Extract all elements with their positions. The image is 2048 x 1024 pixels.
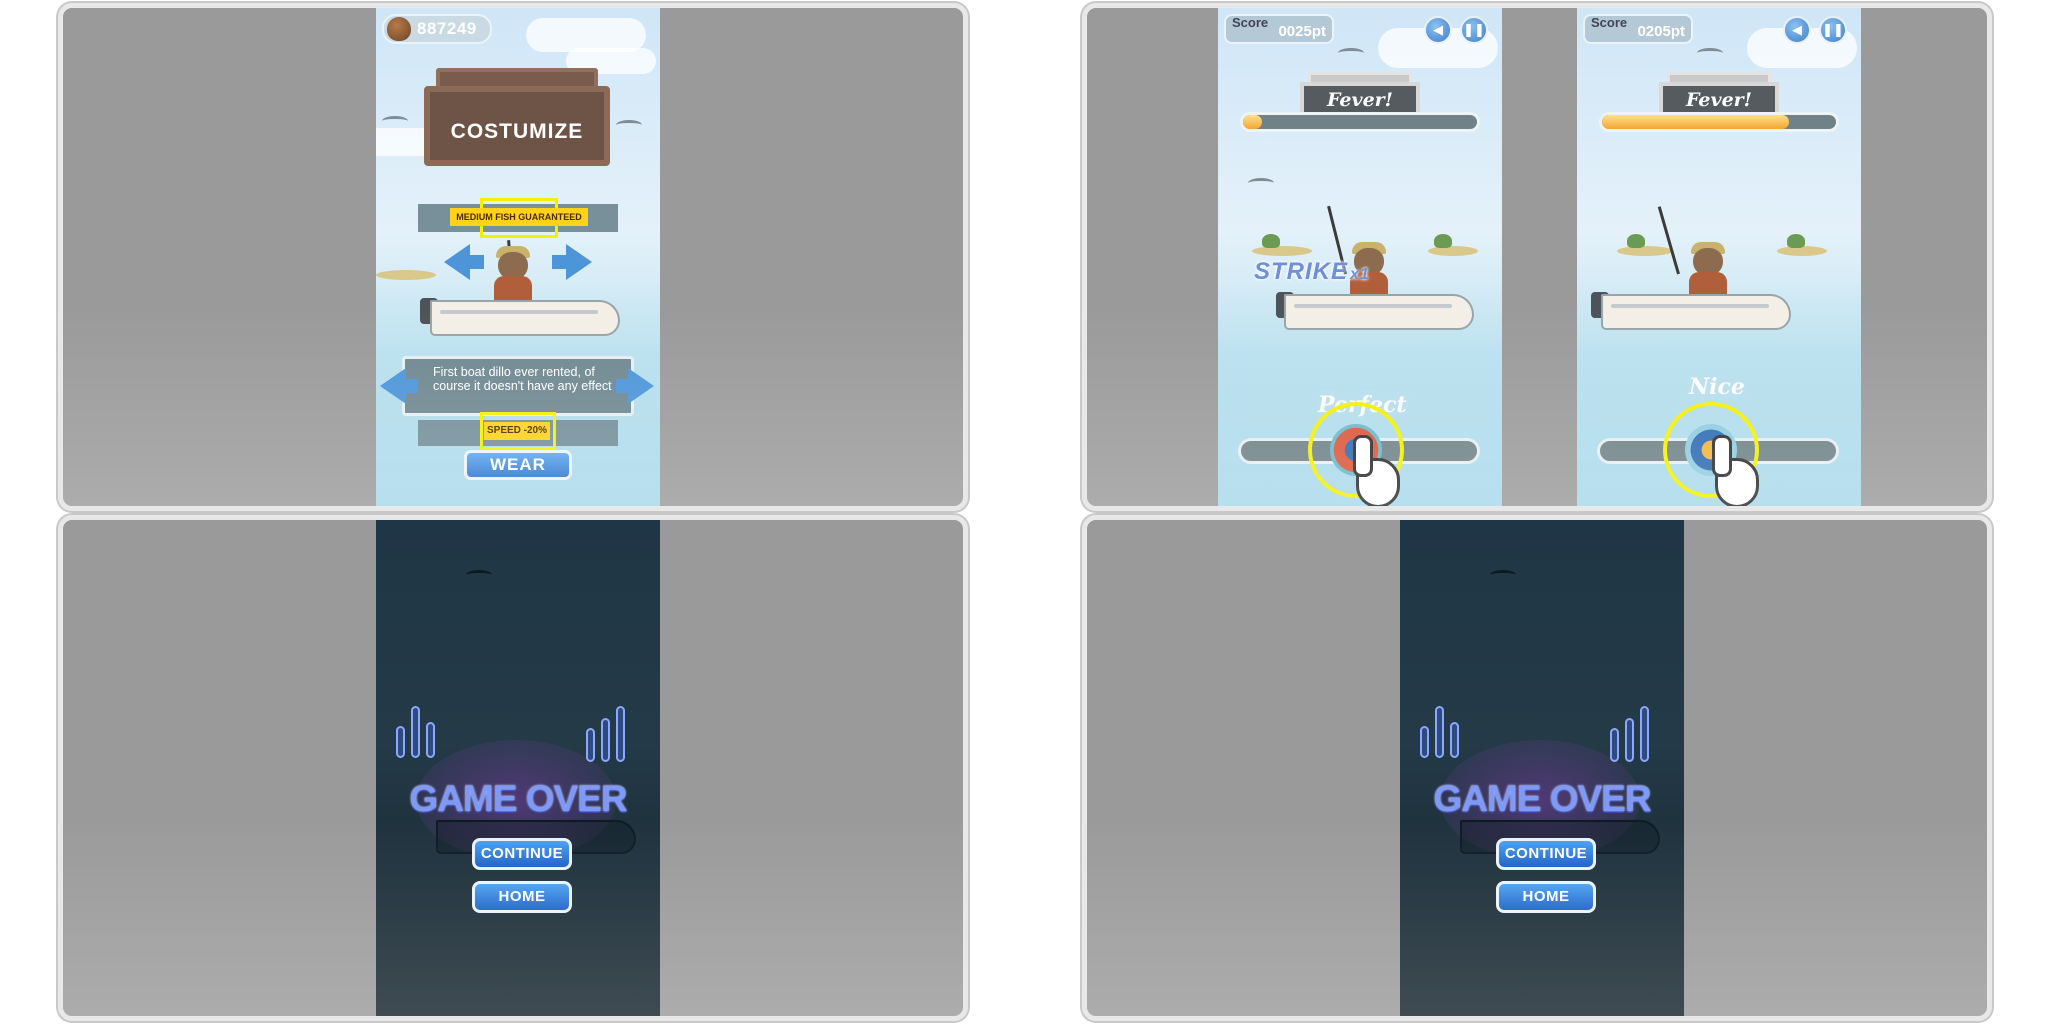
island bbox=[376, 270, 436, 280]
island bbox=[1252, 246, 1312, 256]
bird bbox=[382, 116, 408, 126]
island bbox=[1428, 246, 1478, 256]
home-button[interactable]: HOME bbox=[472, 881, 572, 913]
outfit-description: First boat dillo ever rented, of course … bbox=[433, 365, 612, 393]
fever-meter-fill bbox=[1602, 115, 1790, 129]
wear-button[interactable]: WEAR bbox=[464, 450, 572, 480]
pause-icon: ❚❚ bbox=[1822, 22, 1844, 37]
bird bbox=[1697, 48, 1723, 58]
sound-button[interactable]: ◀ bbox=[1424, 16, 1452, 44]
pause-button[interactable]: ❚❚ bbox=[1460, 16, 1488, 44]
continue-button[interactable]: CONTINUE bbox=[1496, 838, 1596, 870]
sound-button[interactable]: ◀ bbox=[1783, 16, 1811, 44]
game-over-screen: GAME OVER CONTINUE HOME bbox=[376, 520, 660, 1016]
customize-screen: 887249 COSTUMIZE MEDIUM FISH GUARANTEED bbox=[376, 8, 660, 506]
fishing-rod bbox=[1657, 206, 1680, 275]
strike-multiplier: x1 bbox=[1350, 266, 1370, 283]
pause-icon: ❚❚ bbox=[1463, 22, 1485, 37]
island bbox=[1617, 246, 1673, 256]
palm-tree bbox=[1627, 234, 1645, 248]
cloud bbox=[526, 18, 646, 52]
fever-meter bbox=[1240, 112, 1480, 132]
equalizer-icon bbox=[1610, 706, 1649, 762]
score-box: Score 0205pt bbox=[1583, 14, 1693, 44]
acorn-count: 887249 bbox=[417, 19, 477, 38]
acorn-icon bbox=[387, 17, 411, 41]
fever-label: Fever! bbox=[1659, 82, 1779, 116]
score-label: Score bbox=[1591, 15, 1628, 30]
gameplay-screen-1: Score 0025pt ◀ ❚❚ Fever! STRIKE x1 Perfec… bbox=[1218, 8, 1502, 506]
fever-sign: Fever! bbox=[1659, 72, 1779, 116]
equalizer-icon bbox=[1420, 706, 1459, 758]
panel-game-over-1: GAME OVER CONTINUE HOME bbox=[58, 515, 968, 1021]
page-title: COSTUMIZE bbox=[450, 120, 584, 143]
arrow-left-icon bbox=[380, 368, 406, 404]
arrow-right-icon bbox=[628, 368, 654, 404]
pause-button[interactable]: ❚❚ bbox=[1819, 16, 1847, 44]
pointing-hand-icon bbox=[1353, 435, 1400, 506]
strike-text: STRIKE bbox=[1254, 258, 1349, 285]
panel-gameplay: Score 0025pt ◀ ❚❚ Fever! STRIKE x1 Perfec… bbox=[1082, 3, 1992, 511]
arrow-shaft bbox=[404, 379, 418, 393]
bird bbox=[1490, 570, 1516, 580]
equalizer-icon bbox=[586, 706, 625, 762]
boat bbox=[1601, 294, 1791, 330]
continue-button[interactable]: CONTINUE bbox=[472, 838, 572, 870]
game-over-title: GAME OVER bbox=[409, 778, 627, 819]
score-value: 0025pt bbox=[1278, 23, 1326, 40]
game-over-screen: GAME OVER CONTINUE HOME bbox=[1400, 520, 1684, 1016]
bird bbox=[1338, 48, 1364, 58]
bird bbox=[616, 120, 642, 130]
palm-tree bbox=[1262, 234, 1280, 248]
judgement-text: Nice bbox=[1689, 374, 1745, 400]
game-over-title: GAME OVER bbox=[1433, 778, 1651, 819]
strike-indicator: STRIKE x1 bbox=[1254, 258, 1370, 286]
panel-customize: 887249 COSTUMIZE MEDIUM FISH GUARANTEED bbox=[58, 3, 968, 511]
equalizer-icon bbox=[396, 706, 435, 758]
bird bbox=[1248, 178, 1274, 188]
speaker-icon: ◀ bbox=[1433, 22, 1443, 37]
gameplay-screen-2: Score 0205pt ◀ ❚❚ Fever! Nice bbox=[1577, 8, 1861, 506]
score-value: 0205pt bbox=[1637, 23, 1685, 40]
bird bbox=[466, 570, 492, 580]
perk-tag: MEDIUM FISH GUARANTEED bbox=[450, 208, 588, 226]
description-box: First boat dillo ever rented, of course … bbox=[402, 356, 634, 416]
stat-tag: SPEED -20% bbox=[484, 422, 550, 440]
arrow-left-icon bbox=[444, 244, 470, 280]
speaker-icon: ◀ bbox=[1792, 22, 1802, 37]
acorn-counter: 887249 bbox=[382, 14, 492, 44]
home-button[interactable]: HOME bbox=[1496, 881, 1596, 913]
arrow-shaft bbox=[468, 255, 484, 269]
fever-meter-fill bbox=[1243, 115, 1262, 129]
fever-label: Fever! bbox=[1300, 82, 1420, 116]
panel-game-over-2: GAME OVER CONTINUE HOME bbox=[1082, 515, 1992, 1021]
score-box: Score 0025pt bbox=[1224, 14, 1334, 44]
fever-sign: Fever! bbox=[1300, 72, 1420, 116]
score-label: Score bbox=[1232, 15, 1269, 30]
arrow-right-icon bbox=[566, 244, 592, 280]
palm-tree bbox=[1434, 234, 1452, 248]
palm-tree bbox=[1787, 234, 1805, 248]
fever-meter bbox=[1599, 112, 1839, 132]
title-sign: COSTUMIZE bbox=[424, 68, 610, 166]
boat bbox=[1284, 294, 1474, 330]
boat bbox=[430, 300, 620, 336]
pointing-hand-icon bbox=[1712, 435, 1759, 506]
